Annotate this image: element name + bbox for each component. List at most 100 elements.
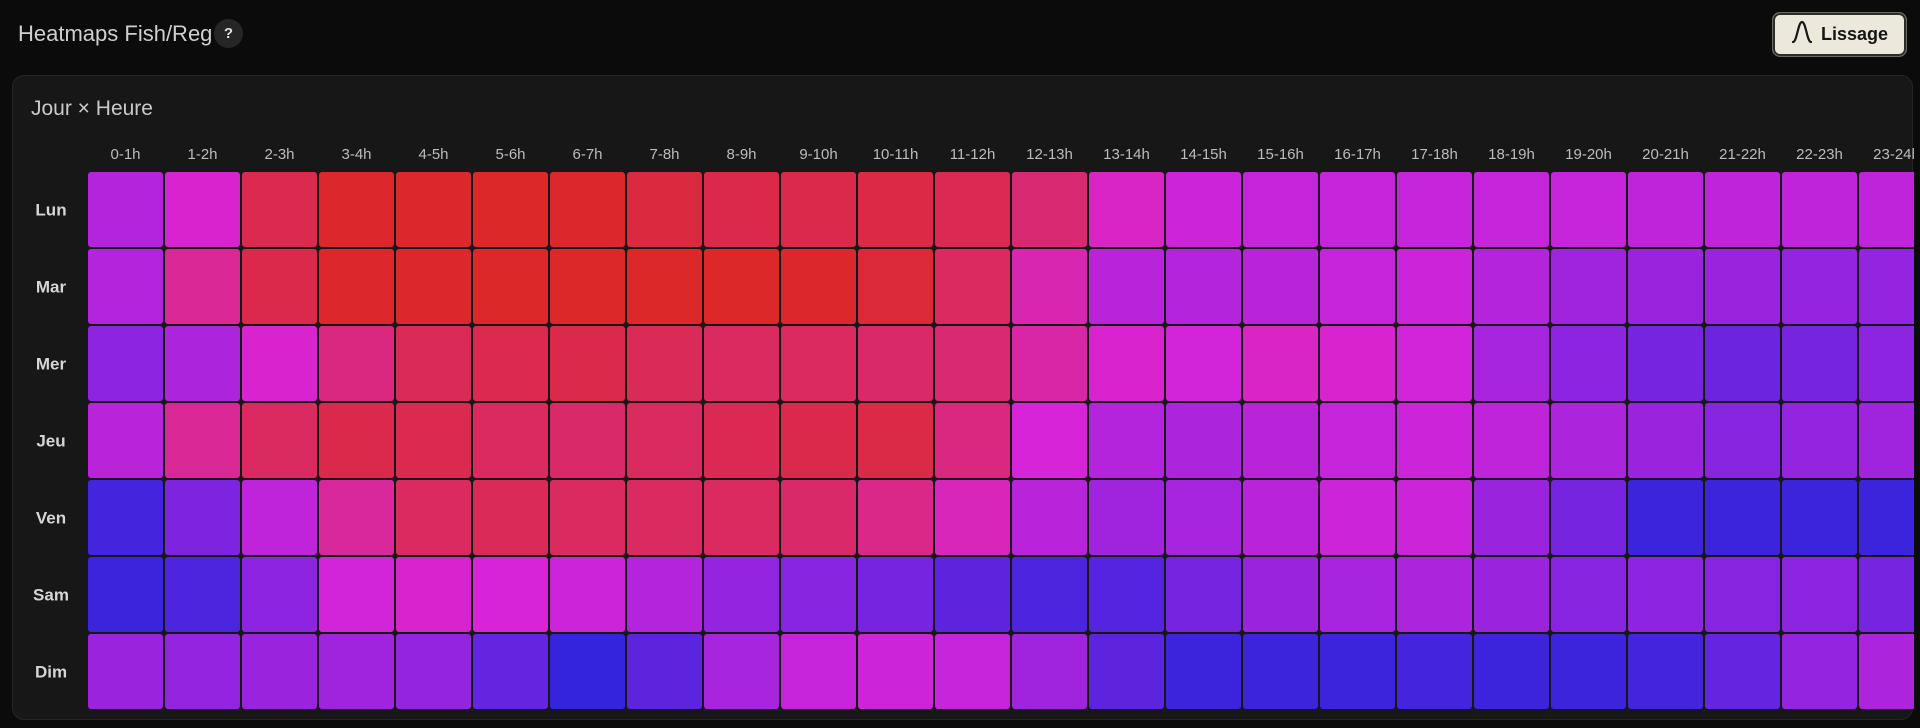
heatmap-cell[interactable] (1782, 480, 1857, 555)
heatmap-cell[interactable] (1551, 326, 1626, 401)
heatmap-cell[interactable] (627, 480, 702, 555)
heatmap-cell[interactable] (858, 326, 933, 401)
smoothing-button[interactable]: Lissage (1772, 12, 1907, 57)
heatmap-cell[interactable] (396, 326, 471, 401)
heatmap-cell[interactable] (1474, 326, 1549, 401)
heatmap-cell[interactable] (1474, 172, 1549, 247)
heatmap-cell[interactable] (1859, 172, 1914, 247)
heatmap-cell[interactable] (165, 249, 240, 324)
heatmap-cell[interactable] (1782, 403, 1857, 478)
heatmap-cell[interactable] (1628, 634, 1703, 709)
heatmap-cell[interactable] (1705, 557, 1780, 632)
heatmap-cell[interactable] (1474, 249, 1549, 324)
heatmap-cell[interactable] (781, 326, 856, 401)
heatmap-cell[interactable] (781, 634, 856, 709)
heatmap-cell[interactable] (1782, 557, 1857, 632)
heatmap-cell[interactable] (1243, 326, 1318, 401)
heatmap-cell[interactable] (396, 172, 471, 247)
heatmap-cell[interactable] (1474, 480, 1549, 555)
heatmap-cell[interactable] (1474, 557, 1549, 632)
heatmap-cell[interactable] (935, 634, 1010, 709)
heatmap-cell[interactable] (704, 403, 779, 478)
heatmap-cell[interactable] (1551, 172, 1626, 247)
heatmap-cell[interactable] (704, 557, 779, 632)
heatmap-cell[interactable] (550, 172, 625, 247)
heatmap-cell[interactable] (1089, 249, 1164, 324)
heatmap-cell[interactable] (319, 634, 394, 709)
heatmap-cell[interactable] (781, 403, 856, 478)
heatmap-cell[interactable] (858, 557, 933, 632)
heatmap-cell[interactable] (1628, 480, 1703, 555)
heatmap-cell[interactable] (704, 480, 779, 555)
heatmap-cell[interactable] (627, 172, 702, 247)
help-button[interactable]: ? (214, 19, 243, 48)
heatmap-cell[interactable] (1551, 557, 1626, 632)
heatmap-cell[interactable] (1243, 557, 1318, 632)
heatmap-cell[interactable] (88, 634, 163, 709)
heatmap-cell[interactable] (473, 403, 548, 478)
heatmap-cell[interactable] (1320, 403, 1395, 478)
heatmap-cell[interactable] (1397, 172, 1472, 247)
heatmap-cell[interactable] (1782, 249, 1857, 324)
heatmap-cell[interactable] (242, 557, 317, 632)
heatmap-cell[interactable] (165, 172, 240, 247)
heatmap-cell[interactable] (242, 480, 317, 555)
heatmap-cell[interactable] (858, 249, 933, 324)
heatmap-cell[interactable] (1397, 557, 1472, 632)
heatmap-cell[interactable] (88, 172, 163, 247)
heatmap-cell[interactable] (935, 172, 1010, 247)
heatmap-cell[interactable] (1089, 172, 1164, 247)
heatmap-cell[interactable] (550, 326, 625, 401)
heatmap-cell[interactable] (627, 326, 702, 401)
heatmap-cell[interactable] (242, 326, 317, 401)
heatmap-cell[interactable] (1859, 480, 1914, 555)
heatmap-cell[interactable] (704, 172, 779, 247)
heatmap-cell[interactable] (1782, 172, 1857, 247)
heatmap-cell[interactable] (1551, 480, 1626, 555)
heatmap-cell[interactable] (1782, 634, 1857, 709)
heatmap-cell[interactable] (1243, 249, 1318, 324)
heatmap-cell[interactable] (1397, 480, 1472, 555)
heatmap-cell[interactable] (1012, 172, 1087, 247)
heatmap-cell[interactable] (473, 326, 548, 401)
heatmap-cell[interactable] (1628, 172, 1703, 247)
heatmap-cell[interactable] (627, 403, 702, 478)
heatmap-cell[interactable] (1012, 557, 1087, 632)
heatmap-cell[interactable] (165, 403, 240, 478)
heatmap-cell[interactable] (1628, 326, 1703, 401)
heatmap-cell[interactable] (1012, 480, 1087, 555)
heatmap-cell[interactable] (396, 557, 471, 632)
heatmap-cell[interactable] (242, 172, 317, 247)
heatmap-cell[interactable] (1012, 634, 1087, 709)
heatmap-cell[interactable] (704, 326, 779, 401)
heatmap-cell[interactable] (1551, 634, 1626, 709)
heatmap-cell[interactable] (165, 326, 240, 401)
heatmap-cell[interactable] (781, 480, 856, 555)
heatmap-cell[interactable] (1859, 634, 1914, 709)
heatmap-cell[interactable] (1628, 249, 1703, 324)
heatmap-cell[interactable] (1320, 634, 1395, 709)
heatmap-cell[interactable] (781, 557, 856, 632)
heatmap-cell[interactable] (858, 634, 933, 709)
heatmap-cell[interactable] (1012, 403, 1087, 478)
heatmap-cell[interactable] (550, 634, 625, 709)
heatmap-cell[interactable] (473, 634, 548, 709)
heatmap-cell[interactable] (473, 480, 548, 555)
heatmap-cell[interactable] (1551, 249, 1626, 324)
heatmap-cell[interactable] (88, 326, 163, 401)
heatmap-cell[interactable] (165, 480, 240, 555)
heatmap-cell[interactable] (1320, 480, 1395, 555)
heatmap-cell[interactable] (935, 249, 1010, 324)
heatmap-cell[interactable] (704, 249, 779, 324)
heatmap-cell[interactable] (1474, 403, 1549, 478)
heatmap-cell[interactable] (396, 480, 471, 555)
heatmap-cell[interactable] (319, 249, 394, 324)
heatmap-cell[interactable] (1782, 326, 1857, 401)
heatmap-cell[interactable] (1089, 480, 1164, 555)
heatmap-cell[interactable] (704, 634, 779, 709)
heatmap-cell[interactable] (1166, 403, 1241, 478)
heatmap-cell[interactable] (1628, 403, 1703, 478)
heatmap-cell[interactable] (550, 557, 625, 632)
heatmap-cell[interactable] (1859, 326, 1914, 401)
heatmap-cell[interactable] (627, 249, 702, 324)
